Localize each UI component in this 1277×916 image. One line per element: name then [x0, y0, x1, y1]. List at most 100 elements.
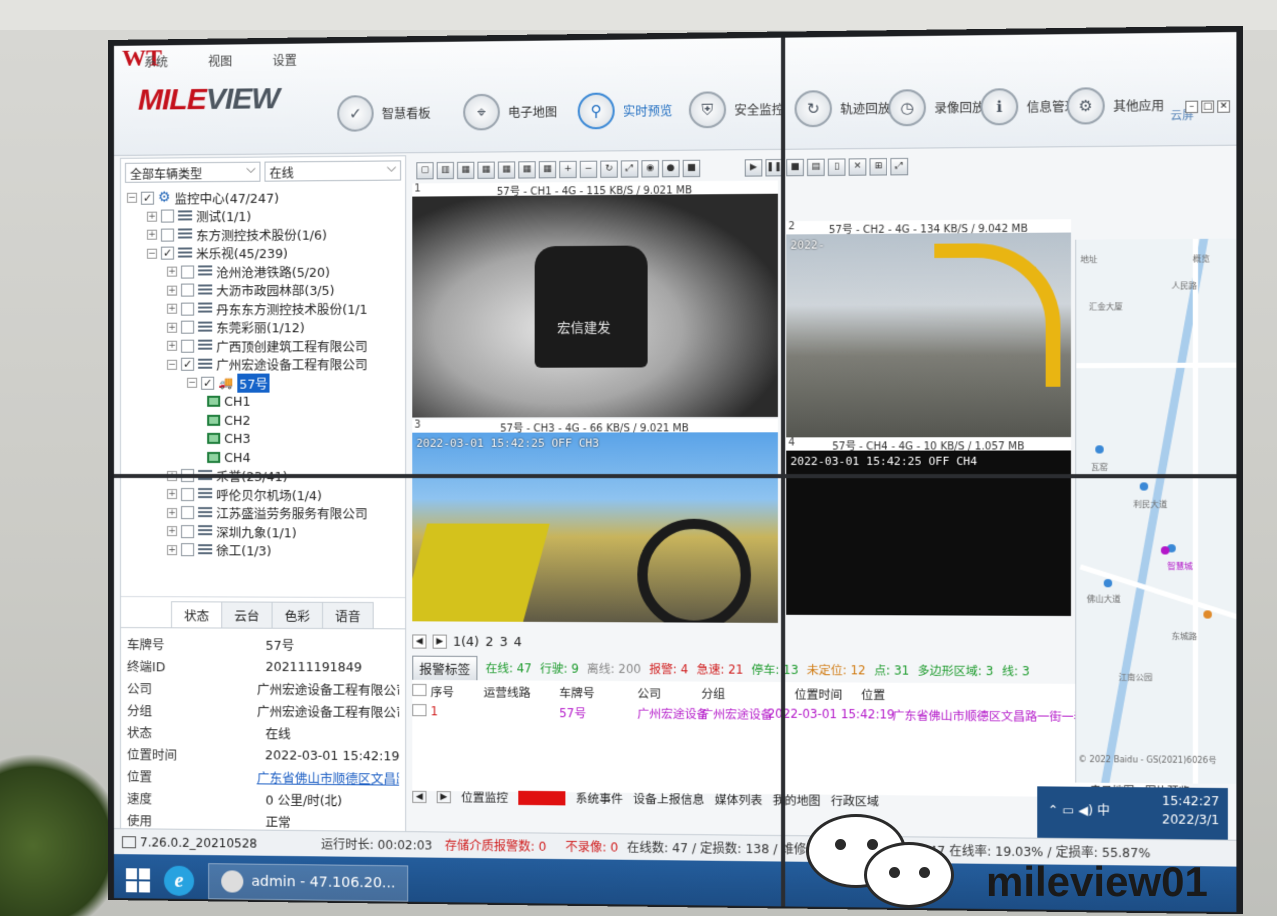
tree-checkbox[interactable]: ✓ [201, 376, 215, 390]
select-all-checkbox[interactable] [412, 683, 427, 697]
nav-map[interactable]: ⌖ 电子地图 [463, 93, 557, 131]
map-pin[interactable] [1203, 610, 1212, 619]
nav-record-playback[interactable]: ◷ 录像回放 [888, 89, 985, 127]
row-checkbox[interactable] [412, 704, 427, 717]
tree-group-item[interactable]: + 江苏盛溢劳务服务有限公司 [127, 504, 399, 523]
save-icon[interactable]: ▤ [807, 158, 825, 176]
collapse-icon[interactable]: − [126, 193, 137, 204]
tab-device-reports[interactable]: 设备上报信息 [633, 791, 704, 808]
tree-checkbox[interactable] [181, 302, 195, 316]
expand-icon[interactable]: + [167, 507, 178, 518]
tree-channel-item[interactable]: CH3 [127, 429, 399, 448]
tree-group-item[interactable]: + 沧州沧港铁路(5/20) [127, 261, 399, 281]
tree-checkbox[interactable] [161, 228, 175, 242]
map-panel[interactable]: 地址 概览 人民路 汇金大厦 瓦窑 利民大道 佛山大道 东城路 江南公园 智慧城… [1075, 238, 1243, 785]
expand-icon[interactable]: + [146, 211, 158, 222]
page-tab-2[interactable]: 2 [485, 634, 493, 649]
expand-icon[interactable]: + [167, 340, 178, 352]
tree-checkbox[interactable] [181, 339, 195, 353]
nav-dashboard[interactable]: ✓ 智慧看板 [337, 95, 431, 132]
grid-icon[interactable]: ⊞ [869, 157, 888, 176]
zoom-out-icon[interactable]: − [579, 160, 598, 178]
map-pin[interactable] [1139, 482, 1149, 491]
collapse-icon[interactable]: − [187, 378, 198, 389]
expand-icon[interactable]: + [167, 322, 178, 333]
layout-8-icon[interactable]: ▦ [497, 160, 516, 179]
tree-channel-item[interactable]: CH1 [127, 392, 399, 411]
tree-channel-item[interactable]: CH4 [127, 448, 399, 467]
nav-live-preview[interactable]: ⚲ 实时预览 [577, 92, 672, 130]
next-icon[interactable]: ▶ [436, 791, 451, 804]
tree-checkbox[interactable] [161, 209, 175, 223]
tab-color[interactable]: 色彩 [271, 601, 324, 628]
clock-time[interactable]: 15:42:27 [1162, 794, 1219, 809]
alarm-stat[interactable]: 停车: 13 [752, 662, 799, 679]
rotate-icon[interactable]: ↻ [600, 159, 618, 178]
delete-icon[interactable]: ✕ [848, 157, 867, 176]
layout-2-icon[interactable]: ▥ [436, 161, 454, 179]
tab-my-map[interactable]: 我的地图 [773, 792, 821, 809]
alarm-stat[interactable]: 点: 31 [874, 662, 909, 679]
page-tab-4[interactable]: 4 [514, 634, 522, 649]
tab-status[interactable]: 状态 [171, 601, 223, 628]
tree-checkbox[interactable] [181, 320, 195, 334]
expand-icon[interactable]: + [167, 266, 178, 277]
camera-icon[interactable]: ◉ [641, 159, 659, 178]
layout-16-icon[interactable]: ▦ [538, 160, 557, 178]
property-value[interactable]: 广东省佛山市顺德区文昌路 [257, 767, 399, 787]
alarm-stat[interactable]: 行驶: 9 [540, 660, 579, 676]
vehicle-marker[interactable] [1160, 546, 1170, 555]
menu-toggle-icon[interactable] [121, 835, 136, 848]
tab-voice[interactable]: 语音 [322, 601, 374, 629]
expand-icon[interactable]: + [167, 285, 178, 296]
tree-group-item[interactable]: + 东莞彩丽(1/12) [127, 317, 399, 337]
tree-checkbox[interactable] [181, 543, 195, 557]
status-select[interactable]: 在线 [264, 160, 402, 182]
layout-4-icon[interactable]: ▦ [457, 161, 475, 179]
tree-group-item[interactable]: − ✓ 米乐视(45/239) [127, 243, 399, 263]
tree-group-item[interactable]: + 深圳九象(1/1) [127, 522, 399, 541]
stop-all-icon[interactable]: ■ [786, 158, 804, 176]
alarm-stat[interactable]: 急速: 21 [697, 661, 744, 678]
layout-1-icon[interactable]: ▢ [416, 161, 434, 179]
video-cell-3[interactable]: 3 57号 - CH3 - 4G - 66 KB/S / 9.021 MB 20… [412, 419, 778, 623]
menu-view[interactable]: 视图 [208, 52, 232, 69]
record-icon[interactable]: ● [662, 159, 680, 177]
tree-checkbox[interactable]: ✓ [161, 246, 175, 260]
page-tab-3[interactable]: 3 [500, 634, 508, 649]
stop-icon[interactable]: ■ [682, 159, 701, 177]
layout-9-icon[interactable]: ▦ [518, 160, 536, 179]
tree-checkbox[interactable] [181, 487, 195, 501]
tree-checkbox[interactable] [181, 506, 195, 520]
tree-checkbox[interactable]: ✓ [140, 191, 154, 205]
collapse-icon[interactable]: − [146, 248, 158, 259]
tab-ptz[interactable]: 云台 [221, 601, 273, 628]
map-pin[interactable] [1095, 445, 1104, 454]
tree-group-item[interactable]: + 丹东东方测控技术股份(1/1 [127, 299, 399, 319]
menu-settings[interactable]: 设置 [273, 52, 297, 69]
tree-channel-item[interactable]: CH2 [127, 411, 399, 430]
map-pin[interactable] [1103, 579, 1113, 588]
tree-checkbox[interactable] [181, 524, 195, 538]
tree-group-item[interactable]: + 大沥市政园林部(3/5) [127, 280, 399, 300]
zoom-in-icon[interactable]: + [559, 160, 577, 178]
nav-other-apps[interactable]: ⚙ 其他应用 [1066, 87, 1164, 125]
prev-icon[interactable]: ◀ [412, 790, 427, 804]
tree-group-item[interactable]: − ✓ ⚙ 监控中心(47/247) [126, 187, 399, 208]
vehicle-type-select[interactable]: 全部车辆类型 [124, 161, 261, 183]
alarm-stat[interactable]: 未定位: 12 [807, 662, 866, 679]
expand-icon[interactable]: + [167, 526, 178, 537]
taskbar-app-admin[interactable]: admin - 47.106.20... [208, 863, 409, 902]
alarm-stat[interactable]: 多边形区域: 3 [918, 662, 994, 679]
expand-icon[interactable]: + [167, 489, 178, 500]
tree-checkbox[interactable] [181, 283, 195, 297]
expand-icon[interactable]: + [146, 229, 158, 240]
tab-system-events[interactable]: 系统事件 [576, 790, 623, 807]
tree-group-item[interactable]: + 东方测控技术股份(1/6) [127, 224, 399, 244]
tree-group-item[interactable]: + 徐工(1/3) [127, 541, 399, 560]
expand-icon[interactable]: + [167, 544, 178, 555]
nav-info-management[interactable]: ℹ 信息管理 [980, 88, 1077, 126]
fullscreen-icon[interactable]: ⤢ [620, 159, 639, 178]
tree-group-item[interactable]: + 广西顶创建筑工程有限公司 [127, 336, 399, 356]
video-cell-4[interactable]: 4 57号 - CH4 - 4G - 10 KB/S / 1.057 MB 20… [786, 437, 1071, 616]
